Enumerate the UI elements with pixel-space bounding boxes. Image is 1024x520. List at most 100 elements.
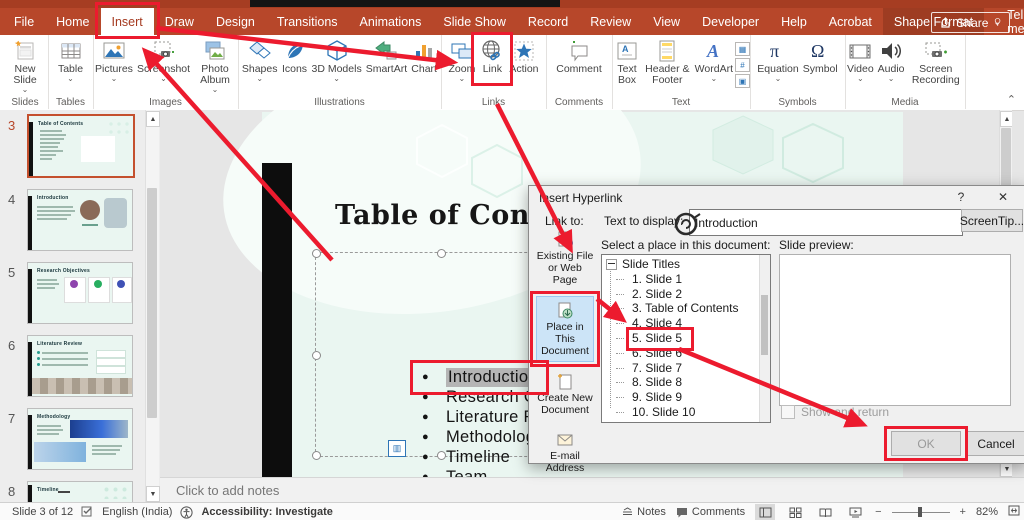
action-button[interactable]: Action — [507, 38, 540, 76]
equation-button[interactable]: π Equation ⌄ — [755, 38, 800, 83]
document-place-tree[interactable]: Slide Titles 1. Slide 1 2. Slide 2 3. Ta… — [601, 254, 771, 423]
tree-root-slide-titles[interactable]: Slide Titles — [606, 257, 758, 272]
collapse-ribbon-icon[interactable]: ⌃ — [1007, 93, 1016, 106]
scrollbar-thumb[interactable] — [761, 295, 768, 355]
tab-transitions[interactable]: Transitions — [266, 8, 349, 35]
date-time-icon[interactable]: ▦ — [735, 42, 750, 56]
pictures-button[interactable]: Pictures ⌄ — [93, 38, 135, 83]
tab-record[interactable]: Record — [517, 8, 579, 35]
resize-handle[interactable] — [312, 451, 321, 460]
tab-acrobat[interactable]: Acrobat — [818, 8, 883, 35]
scroll-down-icon[interactable]: ▼ — [146, 486, 160, 502]
tree-item-slide-6[interactable]: 6. Slide 6 — [606, 346, 758, 361]
insert-object-icon[interactable]: ▣ — [735, 74, 750, 88]
reading-view-button[interactable] — [815, 504, 835, 520]
fit-slide-icon[interactable] — [1008, 505, 1020, 519]
text-box-button[interactable]: A Text Box — [612, 38, 642, 87]
notes-toggle[interactable]: Notes — [622, 506, 666, 518]
tab-review[interactable]: Review — [579, 8, 642, 35]
tab-draw[interactable]: Draw — [154, 8, 205, 35]
slide-sorter-view-button[interactable] — [785, 504, 805, 520]
tab-developer[interactable]: Developer — [691, 8, 770, 35]
shapes-button[interactable]: Shapes ⌄ — [240, 38, 280, 83]
screenshot-button[interactable]: Screenshot ⌄ — [135, 38, 192, 83]
tab-slide-show[interactable]: Slide Show — [432, 8, 517, 35]
text-to-display-input[interactable]: Introduction — [689, 209, 963, 236]
tree-item-slide-9[interactable]: 9. Slide 9 — [606, 390, 758, 405]
screentip-button[interactable]: ScreenTip... — [960, 209, 1024, 232]
tree-item-table-of-contents[interactable]: 3. Table of Contents — [606, 301, 758, 316]
smartart-button[interactable]: SmartArt — [364, 38, 409, 76]
resize-handle[interactable] — [437, 249, 446, 258]
thumbnail-slide-4[interactable]: Introduction — [27, 189, 133, 251]
tree-item-slide-8[interactable]: 8. Slide 8 — [606, 375, 758, 390]
link-to-email-address[interactable]: E-mail Address — [536, 426, 594, 478]
tree-scrollbar[interactable] — [759, 255, 770, 422]
zoom-out-button[interactable]: − — [875, 506, 881, 518]
resize-handle[interactable] — [312, 249, 321, 258]
show-and-return-checkbox[interactable]: Show and return — [781, 405, 889, 419]
tree-item-slide-4[interactable]: 4. Slide 4 — [606, 316, 758, 331]
zoom-in-button[interactable]: + — [960, 506, 966, 518]
link-button[interactable]: Link — [471, 32, 514, 86]
collapse-icon[interactable] — [606, 258, 617, 270]
zoom-slider-handle[interactable] — [917, 507, 922, 517]
thumbnail-slide-7[interactable]: Methodology — [27, 408, 133, 470]
tab-file[interactable]: File — [0, 8, 45, 35]
tree-item-slide-2[interactable]: 2. Slide 2 — [606, 287, 758, 302]
tab-design[interactable]: Design — [205, 8, 266, 35]
scrollbar-thumb[interactable] — [147, 188, 157, 418]
video-button[interactable]: Video ⌄ — [845, 38, 876, 83]
share-button[interactable]: Share ⌄ — [931, 12, 1010, 33]
zoom-slider[interactable] — [891, 506, 950, 518]
symbol-button[interactable]: Ω Symbol — [801, 38, 840, 76]
accessibility-status[interactable]: Accessibility: Investigate — [201, 506, 332, 518]
link-to-place-in-document[interactable]: Place in This Document — [530, 291, 600, 367]
screen-recording-button[interactable]: Screen Recording — [907, 38, 965, 87]
3d-models-button[interactable]: 3D Models ⌄ — [310, 38, 364, 83]
tree-item-slide-10[interactable]: 10. Slide 10 — [606, 405, 758, 420]
thumbnail-slide-6[interactable]: Literature Review — [27, 335, 133, 397]
bullet-team[interactable]: ● Team — [422, 467, 782, 478]
thumbnail-slide-8[interactable]: Timeline — [27, 481, 133, 502]
chart-placeholder-icon[interactable]: ▥ — [388, 440, 406, 457]
cancel-button[interactable]: Cancel — [967, 431, 1024, 456]
tab-view[interactable]: View — [642, 8, 691, 35]
chart-button[interactable]: Chart — [409, 38, 439, 76]
scroll-up-icon[interactable]: ▲ — [1000, 111, 1012, 127]
link-to-create-new-document[interactable]: Create New Document — [536, 368, 594, 420]
tab-insert[interactable]: Insert — [94, 2, 160, 39]
scroll-up-icon[interactable]: ▲ — [146, 111, 160, 127]
slideshow-view-button[interactable] — [845, 504, 865, 520]
resize-handle[interactable] — [312, 351, 321, 360]
dialog-close-icon[interactable]: ✕ — [995, 190, 1011, 204]
thumbnail-slide-5[interactable]: Research Objectives — [27, 262, 133, 324]
comments-toggle[interactable]: Comments — [676, 506, 745, 518]
dialog-help-button[interactable]: ? — [953, 190, 969, 204]
normal-view-button[interactable] — [755, 504, 776, 520]
spellcheck-icon[interactable] — [81, 506, 94, 518]
tab-home[interactable]: Home — [45, 8, 100, 35]
new-slide-button[interactable]: New Slide ⌄ — [2, 38, 48, 94]
tree-item-slide-7[interactable]: 7. Slide 7 — [606, 361, 758, 376]
table-button[interactable]: Table ⌄ — [56, 38, 86, 83]
tree-item-slide-5[interactable]: 5. Slide 5 — [606, 326, 758, 351]
zoom-percentage[interactable]: 82% — [976, 506, 998, 518]
language-indicator[interactable]: English (India) — [102, 506, 172, 518]
tab-animations[interactable]: Animations — [349, 8, 433, 35]
ok-button[interactable]: OK — [884, 426, 968, 461]
thumbnail-slide-3[interactable]: Table of Contents — [27, 114, 135, 178]
zoom-button[interactable]: Zoom ⌄ — [446, 38, 477, 83]
tree-item-slide-1[interactable]: 1. Slide 1 — [606, 272, 758, 287]
icons-button[interactable]: Icons — [280, 38, 310, 76]
header-footer-button[interactable]: Header & Footer — [642, 38, 693, 87]
wordart-button[interactable]: A WordArt ⌄ — [693, 38, 735, 83]
link-to-existing-file[interactable]: Existing File or Web Page — [536, 226, 594, 290]
slide-number-icon[interactable]: # — [735, 58, 750, 72]
dialog-title-bar[interactable]: Insert Hyperlink — [529, 186, 1024, 210]
thumbnail-scrollbar[interactable]: ▲ ▼ — [145, 110, 160, 502]
comment-button[interactable]: Comment — [554, 38, 604, 76]
audio-button[interactable]: Audio ⌄ — [876, 38, 907, 83]
photo-album-button[interactable]: Photo Album ⌄ — [192, 38, 238, 94]
tab-help[interactable]: Help — [770, 8, 818, 35]
